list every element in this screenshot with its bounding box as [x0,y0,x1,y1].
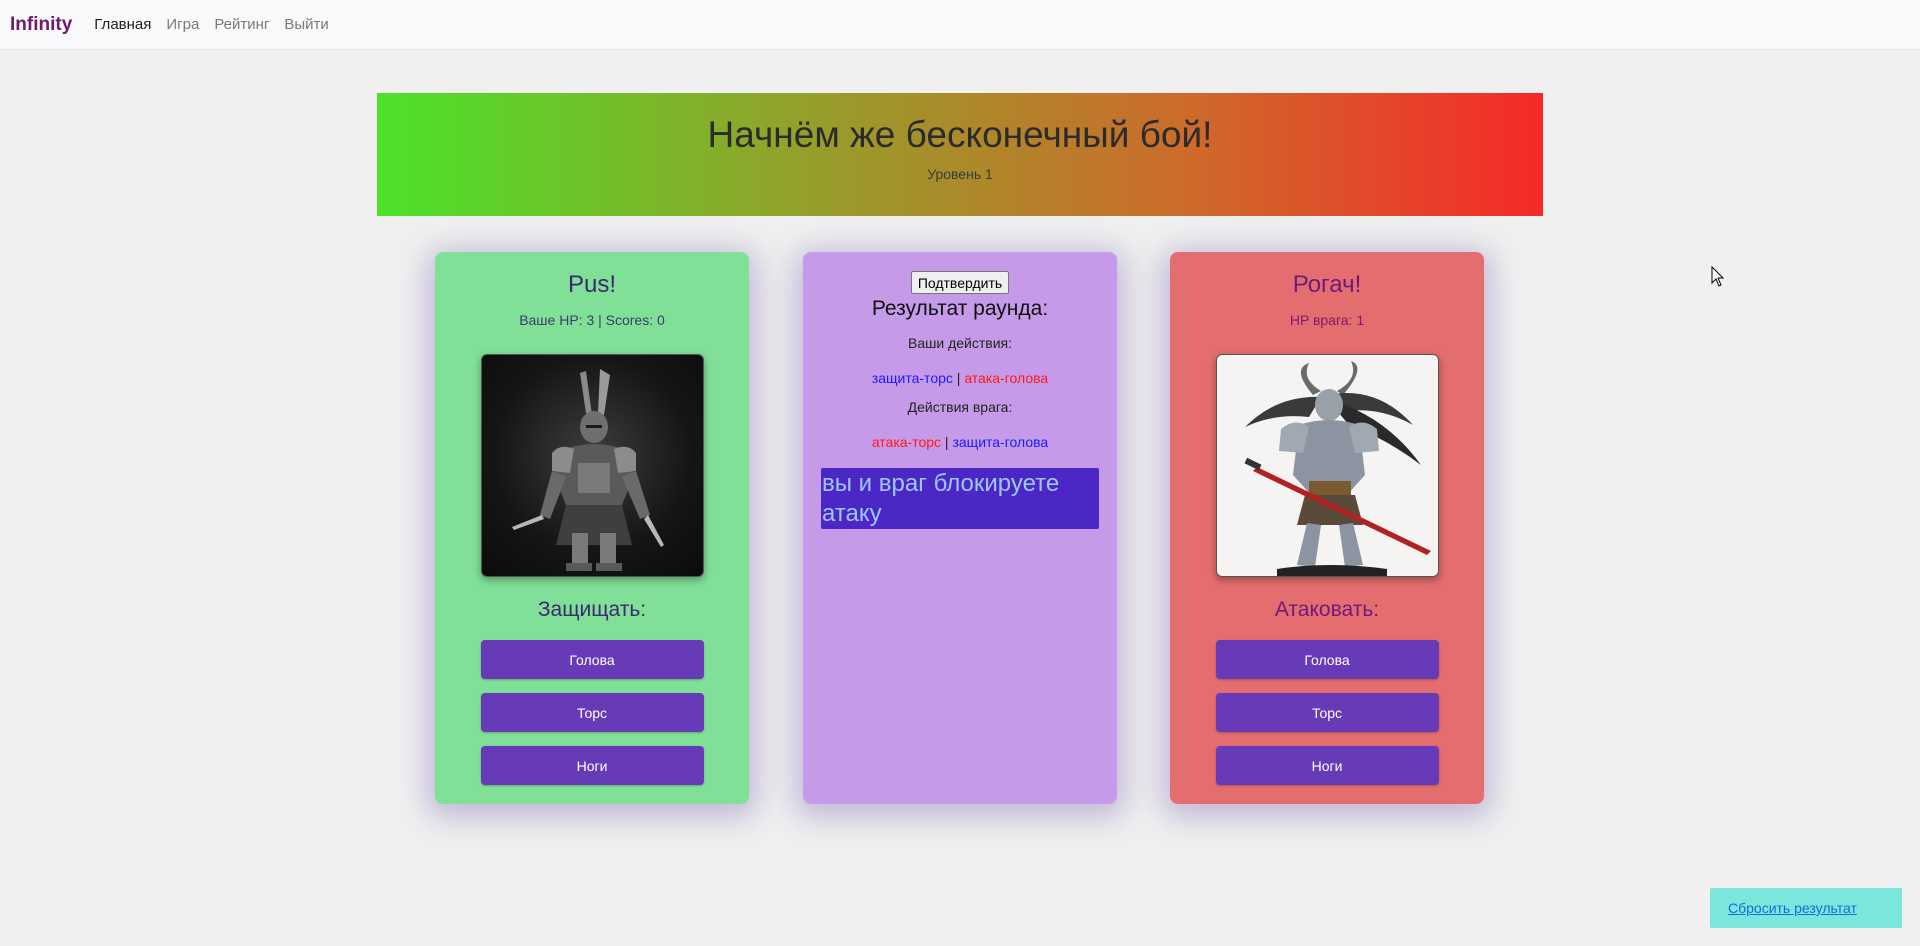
defend-title: Защищать: [537,598,647,621]
navbar: Infinity Главная Игра Рейтинг Выйти [0,0,1920,50]
your-action-attack: атака-голова [964,370,1049,386]
enemy-name: Рогач! [1292,271,1362,298]
confirm-button[interactable]: Подтвердить [910,271,1010,294]
reset-panel: Сбросить результат [1710,888,1902,928]
defend-torso-button[interactable]: Торс [480,693,704,732]
round-result-card: Подтвердить Результат раунда: Ваши дейст… [803,252,1117,804]
player-card: Pus! Ваше HP: 3 | Scores: 0 Защищать: Го… [435,252,749,804]
player-stats: Ваше HP: 3 | Scores: 0 [519,312,665,328]
page-title: Начнём же бесконечный бой! [707,114,1213,155]
enemy-stats: HP врага: 1 [1289,312,1365,328]
reset-result-link[interactable]: Сбросить результат [1728,900,1857,916]
attack-title: Атаковать: [1274,598,1380,621]
enemy-actions: атака-торс | защита-голова [803,434,1117,450]
player-name: Pus! [567,271,617,298]
nav-link-game[interactable]: Игра [166,16,199,33]
defend-legs-button[interactable]: Ноги [480,746,704,785]
mouse-cursor-icon [1711,266,1725,287]
brand-logo[interactable]: Infinity [10,14,72,36]
nav-link-rating[interactable]: Рейтинг [214,16,269,33]
enemy-action-attack: атака-торс [871,434,942,450]
action-separator: | [941,434,953,450]
nav-link-logout[interactable]: Выйти [284,16,328,33]
player-portrait [480,354,704,577]
attack-legs-button[interactable]: Ноги [1215,746,1439,785]
enemy-action-defense: защита-голова [952,434,1049,450]
enemy-portrait [1215,354,1439,577]
nav-link-home[interactable]: Главная [94,16,151,33]
your-actions: защита-торс | атака-голова [803,370,1117,386]
attack-torso-button[interactable]: Торс [1215,693,1439,732]
knight-image [511,369,664,571]
enemy-card: Рогач! HP врага: 1 Атаковать: Голова Тор… [1170,252,1484,804]
your-action-defense: защита-торс [871,370,953,386]
enemy-actions-label: Действия врага: [907,399,1013,415]
demon-image [1243,361,1431,576]
hero-banner: Начнём же бесконечный бой! Уровень 1 [377,93,1543,216]
attack-head-button[interactable]: Голова [1215,640,1439,679]
action-separator: | [952,370,965,386]
your-actions-label: Ваши действия: [908,335,1012,351]
round-result-message: вы и враг блокируете атаку [821,468,1099,529]
level-label: Уровень 1 [927,166,993,182]
round-result-title: Результат раунда: [871,297,1049,320]
defend-head-button[interactable]: Голова [480,640,704,679]
